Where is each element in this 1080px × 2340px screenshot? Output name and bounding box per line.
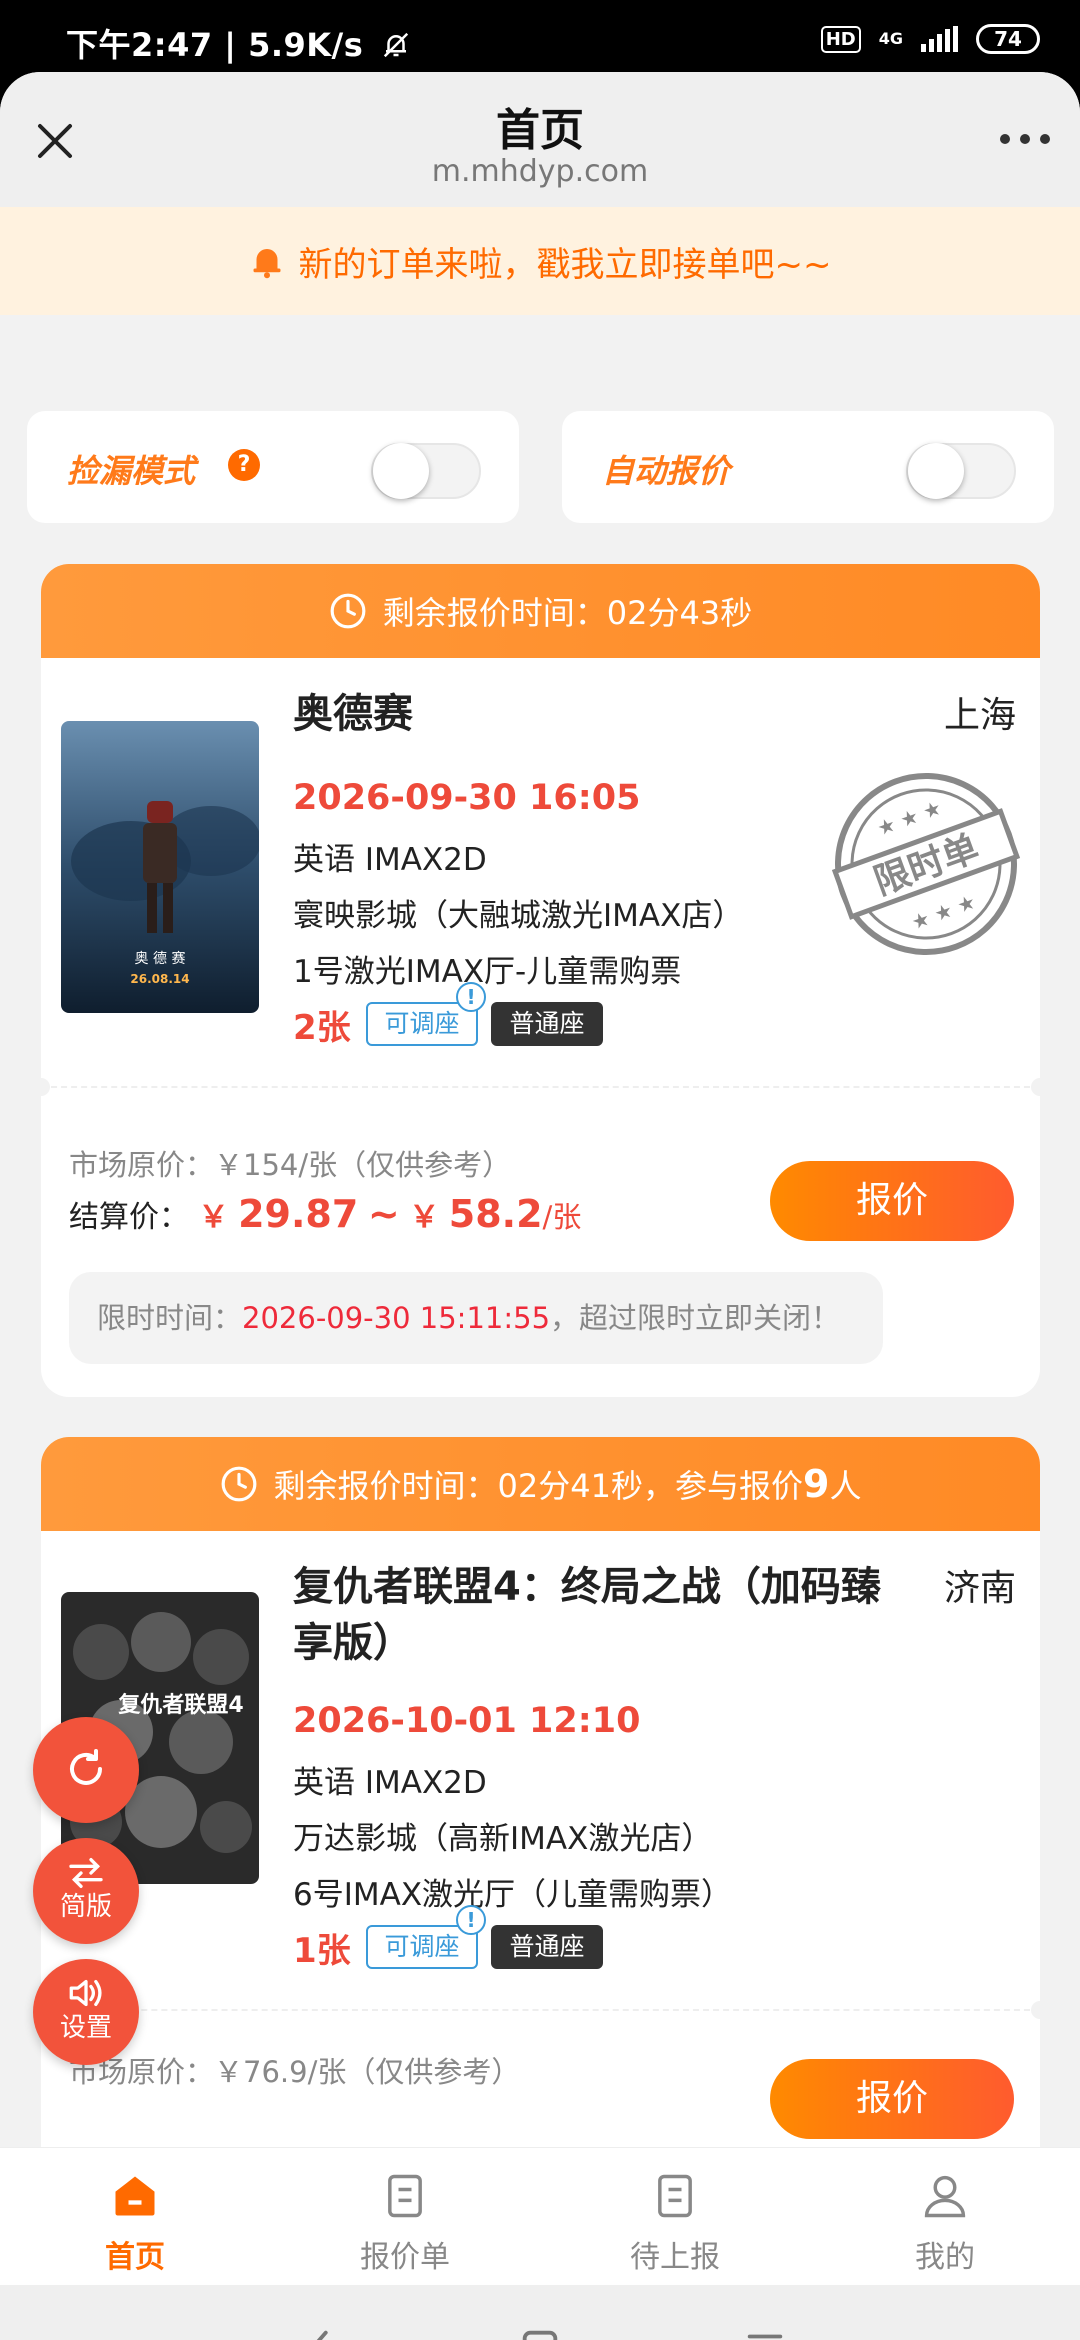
settings-label: 设置	[59, 2013, 112, 2043]
quote-list-icon	[388, 2174, 422, 2218]
settings-button[interactable]: 设置	[33, 1959, 139, 2065]
order-list-area: 捡漏模式 ? 自动报价 剩余报价时间：02分43秒 奥 德 赛 26.08.14…	[0, 315, 1080, 2147]
price-low: 29.87	[238, 1192, 359, 1236]
cinema-name: 万达影城（高新IMAX激光店）	[293, 1821, 713, 1857]
ticket-qty: 1张	[293, 1931, 351, 1971]
tab-profile[interactable]: 我的	[810, 2148, 1080, 2285]
timer-text: 剩余报价时间：02分41秒，参与报价9人	[273, 1462, 862, 1506]
auto-quote-card: 自动报价	[562, 411, 1054, 523]
movie-format: 英语 IMAX2D	[293, 842, 487, 878]
leak-mode-toggle[interactable]	[371, 443, 481, 499]
poster-date: 26.08.14	[130, 972, 189, 986]
deadline-time: 2026-09-30 15:11:55	[242, 1301, 551, 1335]
card-divider	[41, 1086, 1040, 1088]
speaker-icon	[69, 1979, 102, 2007]
bottom-tab-bar: 首页 报价单 待上报 我的	[0, 2147, 1080, 2285]
adjustable-seat-tag[interactable]: 可调座 !	[366, 1905, 486, 1969]
swap-icon	[69, 1857, 103, 1888]
hall-name: 6号IMAX激光厅（儿童需购票）	[293, 1877, 733, 1913]
card-notch	[1031, 2001, 1040, 2019]
movie-format: 英语 IMAX2D	[293, 1765, 487, 1801]
city: 济南	[943, 1568, 1016, 1609]
timer-text: 剩余报价时间：02分43秒	[382, 594, 753, 632]
limited-time-stamp: 限时单 ★ ★ ★ ★ ★ ★	[831, 773, 1021, 955]
bell-icon	[253, 249, 280, 279]
page-url: m.mhdyp.com	[431, 154, 649, 189]
quote-button[interactable]: 报价	[770, 2059, 1014, 2139]
adjustable-seat-tag[interactable]: 可调座 !	[366, 982, 486, 1046]
price-high: 58.2	[448, 1192, 543, 1236]
tab-pending-report[interactable]: 待上报	[540, 2148, 810, 2285]
network-type: 4G	[878, 29, 903, 48]
status-time-speed: 下午2:47 | 5.9K/s	[66, 20, 411, 66]
svg-text:★ ★ ★: ★ ★ ★	[908, 889, 979, 934]
quote-timer-banner: 剩余报价时间：02分43秒	[41, 564, 1040, 658]
system-nav-bar	[0, 2285, 1080, 2340]
battery-indicator: 74	[976, 24, 1040, 54]
quote-timer-banner: 剩余报价时间：02分41秒，参与报价9人	[41, 1437, 1040, 1531]
auto-quote-label: 自动报价	[602, 452, 731, 490]
profile-icon	[924, 2175, 966, 2218]
ticket-qty: 2张	[293, 1008, 351, 1048]
leak-mode-label: 捡漏模式	[67, 452, 196, 490]
card-notch	[1031, 1078, 1040, 1096]
clock-icon	[330, 593, 366, 629]
cinema-name: 寰映影城（大融城激光IMAX店）	[293, 898, 744, 934]
status-bar: 下午2:47 | 5.9K/s HD 4G 74	[0, 0, 1080, 72]
poster-title: 奥 德 赛	[135, 950, 186, 967]
market-price: 市场原价：￥154/张（仅供参考）	[69, 1148, 512, 1182]
bell-muted-icon	[383, 32, 409, 58]
movie-title: 复仇者联盟4：终局之战（加码臻享版）	[293, 1564, 881, 1666]
leak-mode-card: 捡漏模式 ?	[27, 411, 519, 523]
info-icon[interactable]: !	[456, 982, 486, 1012]
simple-mode-button[interactable]: 简版	[33, 1838, 139, 1944]
simple-mode-label: 简版	[59, 1892, 112, 1922]
settlement-price: 结算价： ￥ 29.87 ~ ￥ 58.2/张	[69, 1192, 582, 1236]
info-icon[interactable]: !	[456, 1905, 486, 1935]
tab-quote-list[interactable]: 报价单	[270, 2148, 540, 2285]
market-price: 市场原价：￥76.9/张（仅供参考）	[69, 2055, 521, 2089]
hall-name: 1号激光IMAX厅-儿童需购票	[293, 954, 682, 990]
help-icon[interactable]: ?	[228, 449, 260, 481]
card-notch	[41, 1078, 50, 1096]
home-square-icon[interactable]	[517, 2325, 563, 2340]
notice-text: 新的订单来啦，戳我立即接单吧~~	[298, 244, 832, 285]
pending-report-icon	[658, 2174, 692, 2218]
refresh-button[interactable]	[33, 1717, 139, 1823]
show-time: 2026-09-30 16:05	[293, 778, 641, 818]
card-divider	[41, 2009, 1040, 2011]
order-card: 剩余报价时间：02分41秒，参与报价9人 复仇者联盟4 复仇者联盟4：终局之战（…	[41, 1437, 1040, 2147]
city: 上海	[943, 695, 1016, 736]
deadline-notice: 限时时间：2026-09-30 15:11:55，超过限时立即关闭！	[69, 1272, 883, 1364]
webview-sheet: 首页 m.mhdyp.com 新的订单来啦，戳我立即接单吧~~ 捡漏模式 ? 自…	[0, 72, 1080, 2340]
more-icon[interactable]	[1000, 134, 1050, 144]
poster-title: 复仇者联盟4	[117, 1692, 243, 1718]
participant-count: 9	[802, 1462, 830, 1506]
signal-icon	[921, 26, 958, 52]
menu-icon[interactable]	[742, 2325, 788, 2340]
tab-home[interactable]: 首页	[0, 2148, 270, 2285]
back-icon[interactable]	[297, 2325, 343, 2340]
seat-type-tag: 普通座	[491, 1002, 603, 1046]
auto-quote-toggle[interactable]	[906, 443, 1016, 499]
movie-poster: 奥 德 赛 26.08.14	[61, 721, 259, 1013]
quote-button[interactable]: 报价	[770, 1161, 1014, 1241]
clock-icon	[221, 1466, 256, 1502]
page-title: 首页	[496, 105, 584, 156]
new-order-notice[interactable]: 新的订单来啦，戳我立即接单吧~~	[0, 207, 1080, 315]
seat-type-tag: 普通座	[491, 1925, 603, 1969]
home-icon	[115, 2176, 155, 2216]
movie-title: 奥德赛	[293, 691, 413, 737]
hd-badge: HD	[820, 25, 861, 53]
show-time: 2026-10-01 12:10	[293, 1701, 641, 1741]
order-card: 剩余报价时间：02分43秒 奥 德 赛 26.08.14 奥德赛 上海 2026…	[41, 564, 1040, 1397]
refresh-icon	[70, 1749, 102, 1785]
webview-header: 首页 m.mhdyp.com	[0, 72, 1080, 207]
